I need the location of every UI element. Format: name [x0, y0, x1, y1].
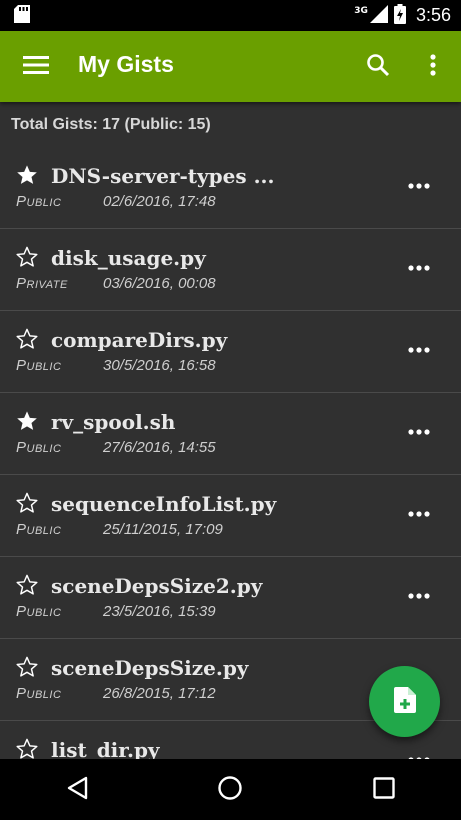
- more-horiz-icon[interactable]: [398, 497, 440, 531]
- gist-visibility: Public: [16, 685, 62, 702]
- gist-date: 03/6/2016, 00:08: [103, 275, 216, 292]
- gist-date: 27/6/2016, 14:55: [103, 439, 216, 456]
- menu-icon: [23, 55, 49, 79]
- new-gist-button[interactable]: [369, 666, 440, 737]
- home-button[interactable]: [200, 765, 260, 815]
- gist-visibility: Private: [16, 275, 68, 292]
- menu-button[interactable]: [14, 45, 58, 89]
- gist-visibility: Public: [16, 439, 62, 456]
- system-nav-bar: [0, 759, 461, 820]
- more-horiz-icon[interactable]: [398, 579, 440, 613]
- star-outline-icon[interactable]: [16, 492, 38, 514]
- recents-button[interactable]: [354, 765, 414, 815]
- more-vert-icon: [430, 54, 436, 80]
- status-bar: 3G 3:56: [0, 0, 461, 31]
- page-title: My Gists: [78, 51, 174, 77]
- gist-date: 02/6/2016, 17:48: [103, 193, 216, 210]
- search-icon: [366, 53, 390, 81]
- signal-icon: [369, 4, 388, 27]
- gist-name: compareDirs.py: [51, 328, 228, 352]
- search-button[interactable]: [356, 45, 400, 89]
- gist-summary: Total Gists: 17 (Public: 15): [11, 116, 211, 133]
- gist-name: list_dir.py: [51, 738, 160, 759]
- home-icon: [217, 775, 243, 805]
- more-horiz-icon[interactable]: [398, 169, 440, 203]
- gist-name: rv_spool.sh: [51, 410, 176, 434]
- network-type: 3G: [354, 5, 368, 16]
- clock: 3:56: [415, 5, 451, 25]
- gist-name: sceneDepsSize.py: [51, 656, 249, 680]
- star-outline-icon[interactable]: [16, 246, 38, 268]
- more-horiz-icon[interactable]: [398, 743, 440, 759]
- gist-visibility: Public: [16, 357, 62, 374]
- gist-date: 25/11/2015, 17:09: [103, 521, 223, 538]
- gist-date: 23/5/2016, 15:39: [103, 603, 216, 620]
- gist-name: sequenceInfoList.py: [51, 492, 277, 516]
- gist-date: 26/8/2015, 17:12: [103, 685, 216, 702]
- gist-name: disk_usage.py: [51, 246, 206, 270]
- gist-name: DNS-server-types ...: [51, 164, 275, 188]
- star-outline-icon[interactable]: [16, 328, 38, 350]
- battery-charging-icon: [393, 3, 406, 28]
- gist-row[interactable]: sceneDepsSize2.py Public 23/5/2016, 15:39: [0, 557, 461, 639]
- star-filled-icon[interactable]: [16, 410, 38, 432]
- star-outline-icon[interactable]: [16, 574, 38, 596]
- overflow-menu-button[interactable]: [411, 45, 455, 89]
- gist-row[interactable]: rv_spool.sh Public 27/6/2016, 14:55: [0, 393, 461, 475]
- gist-name: sceneDepsSize2.py: [51, 574, 263, 598]
- gist-visibility: Public: [16, 521, 62, 538]
- gist-date: 30/5/2016, 16:58: [103, 357, 216, 374]
- new-file-icon: [393, 686, 416, 717]
- gist-row[interactable]: sequenceInfoList.py Public 25/11/2015, 17:…: [0, 475, 461, 557]
- sd-card-icon: [14, 4, 30, 27]
- star-outline-icon[interactable]: [16, 656, 38, 678]
- app-bar: My Gists: [0, 31, 461, 102]
- gist-row[interactable]: disk_usage.py Private 03/6/2016, 00:08: [0, 229, 461, 311]
- more-horiz-icon[interactable]: [398, 415, 440, 449]
- recents-icon: [373, 776, 395, 803]
- star-outline-icon[interactable]: [16, 738, 38, 759]
- back-button[interactable]: [47, 765, 107, 815]
- gist-row[interactable]: DNS-server-types ... Public 02/6/2016, 17:…: [0, 147, 461, 229]
- more-horiz-icon[interactable]: [398, 333, 440, 367]
- gist-row[interactable]: compareDirs.py Public 30/5/2016, 16:58: [0, 311, 461, 393]
- back-icon: [66, 776, 88, 804]
- star-filled-icon[interactable]: [16, 164, 38, 186]
- gist-visibility: Public: [16, 193, 62, 210]
- gist-visibility: Public: [16, 603, 62, 620]
- more-horiz-icon[interactable]: [398, 251, 440, 285]
